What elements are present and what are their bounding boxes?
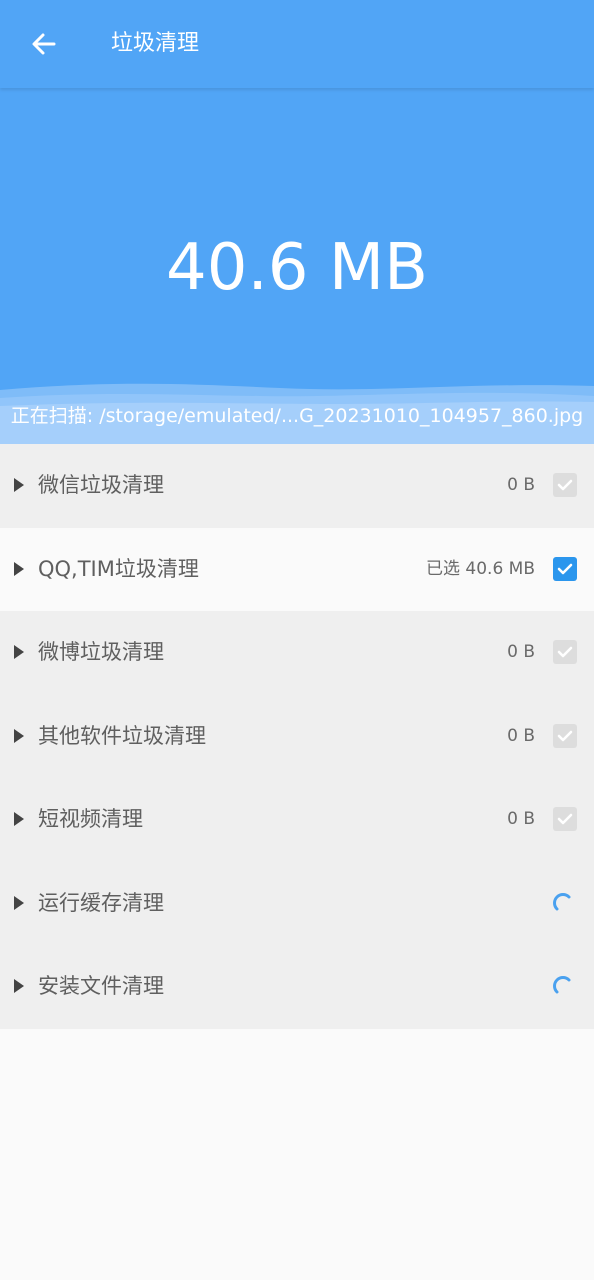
back-button[interactable] [16,20,72,68]
triangle-right-icon [14,895,24,910]
triangle-right-icon [14,812,24,826]
category-row-install-files[interactable]: 安装文件清理 [0,945,594,1029]
loading-spinner-icon [553,976,571,994]
checkmark-icon [557,813,573,825]
loading-spinner-icon [553,892,571,910]
scan-status-text: 正在扫描: /storage/emulated/...G_20231010_10… [10,405,584,427]
storage-summary-header: 40.6 MB 正在扫描: /storage/emulated/...G_202… [0,88,594,444]
category-label: 短视频清理 [38,807,143,831]
disabled-checkbox[interactable] [553,807,577,831]
category-size: 0 B [507,642,535,662]
junk-clean-screen: 垃圾清理 40.6 MB 正在扫描: /storage/emulated/...… [0,0,594,1280]
category-size: 0 B [507,809,535,829]
category-row-wechat[interactable]: 微信垃圾清理 0 B [0,444,594,528]
category-row-weibo[interactable]: 微博垃圾清理 0 B [0,611,594,695]
category-label: QQ,TIM垃圾清理 [38,556,199,581]
checkmark-icon [557,479,573,491]
disabled-checkbox[interactable] [553,640,577,664]
triangle-right-icon [14,478,24,492]
triangle-right-icon [14,728,24,743]
checkmark-icon [557,730,573,741]
triangle-right-icon [14,561,24,576]
page-title: 垃圾清理 [111,31,200,56]
category-label: 安装文件清理 [38,974,164,998]
checkmark-icon [557,646,573,658]
category-label: 微博垃圾清理 [38,640,164,664]
triangle-right-icon [14,979,24,993]
category-label: 微信垃圾清理 [38,473,164,497]
checked-checkbox[interactable] [553,556,577,581]
checkmark-icon [557,563,573,574]
category-row-short-video[interactable]: 短视频清理 0 B [0,778,594,862]
total-junk-size: 40.6 MB [166,231,428,305]
category-size: 0 B [507,475,535,495]
category-row-runtime-cache[interactable]: 运行缓存清理 [0,861,594,945]
category-row-other-apps[interactable]: 其他软件垃圾清理 0 B [0,694,594,778]
disabled-checkbox[interactable] [553,473,577,497]
disabled-checkbox[interactable] [553,723,577,748]
category-label: 运行缓存清理 [38,890,164,915]
category-size: 0 B [507,725,535,746]
category-label: 其他软件垃圾清理 [38,723,206,748]
category-size: 已选 40.6 MB [426,558,535,579]
app-bar: 垃圾清理 [0,0,594,88]
triangle-right-icon [14,645,24,659]
arrow-left-icon [32,33,56,55]
cleanup-category-list: 微信垃圾清理 0 B QQ,TIM垃圾清理 已选 40.6 MB 微博垃圾清理 … [0,444,594,1029]
category-row-qq-tim[interactable]: QQ,TIM垃圾清理 已选 40.6 MB [0,527,594,611]
